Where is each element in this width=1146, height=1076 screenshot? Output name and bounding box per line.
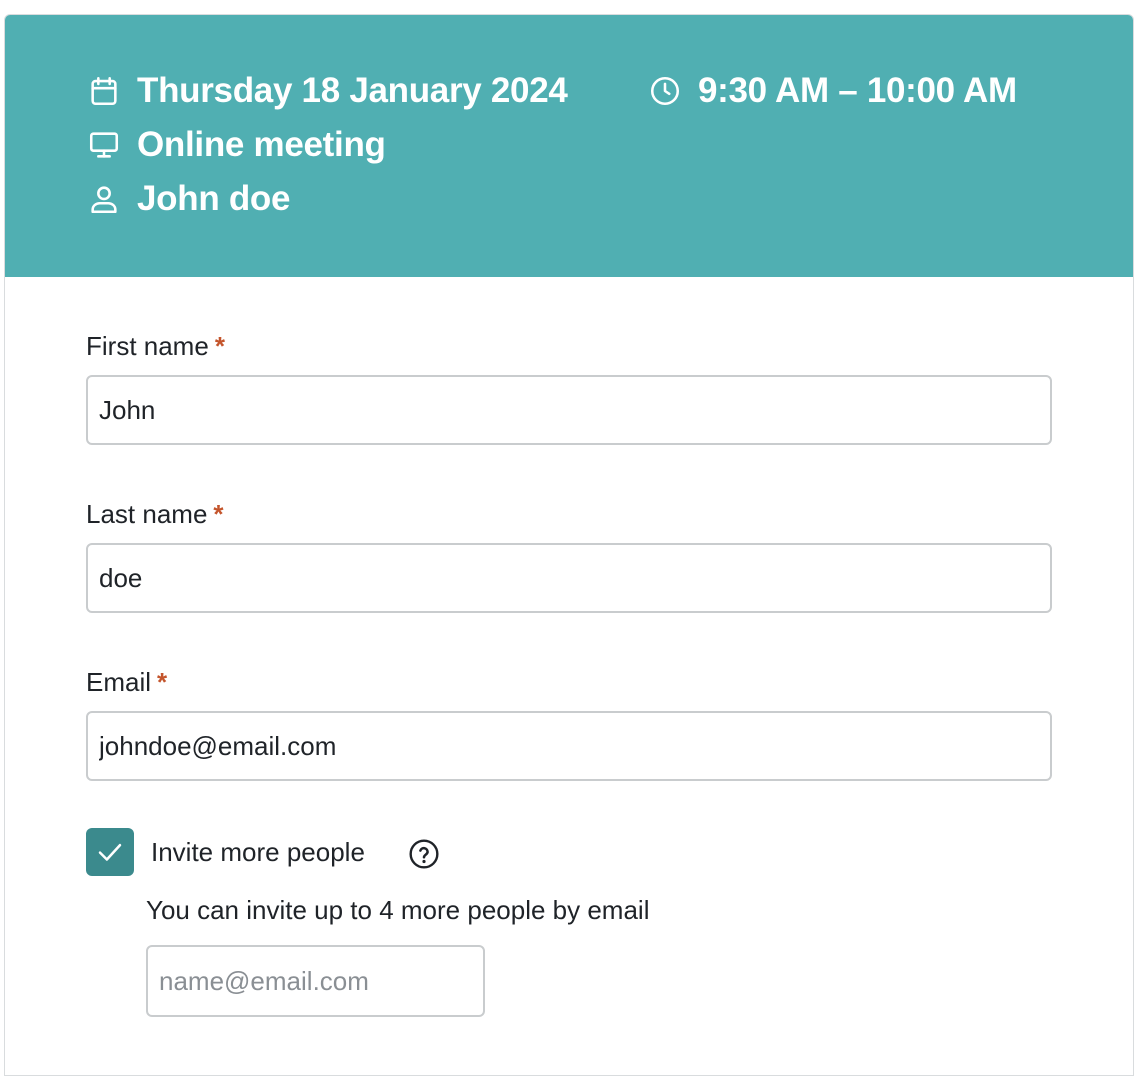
email-input[interactable] [86, 711, 1052, 781]
question-circle-icon[interactable] [408, 838, 440, 870]
event-host-text: John doe [137, 179, 291, 218]
email-label: Email * [86, 667, 167, 698]
email-label-text: Email [86, 667, 152, 697]
checkmark-icon [98, 843, 122, 861]
invite-email-input[interactable] [146, 945, 485, 1017]
calendar-icon [87, 74, 121, 108]
first-name-label: First name * [86, 331, 225, 362]
monitor-icon [87, 128, 121, 162]
event-date: Thursday 18 January 2024 [87, 71, 568, 111]
event-location-text: Online meeting [137, 125, 386, 164]
event-time-text: 9:30 AM – 10:00 AM [698, 71, 1017, 110]
event-date-text: Thursday 18 January 2024 [137, 71, 568, 110]
invite-hint: You can invite up to 4 more people by em… [146, 895, 650, 925]
required-marker: * [214, 331, 225, 361]
event-location: Online meeting [87, 125, 386, 165]
event-host: John doe [87, 179, 290, 219]
invite-more-checkbox[interactable] [86, 828, 134, 876]
event-time: 9:30 AM – 10:00 AM [648, 71, 1017, 111]
last-name-input[interactable] [86, 543, 1052, 613]
clock-icon [648, 74, 682, 108]
booking-card: Thursday 18 January 2024 9:30 AM – 10:00… [4, 14, 1134, 1076]
first-name-input[interactable] [86, 375, 1052, 445]
last-name-label-text: Last name [86, 499, 208, 529]
booking-summary-header: Thursday 18 January 2024 9:30 AM – 10:00… [5, 15, 1133, 277]
first-name-label-text: First name [86, 331, 209, 361]
invite-more-label[interactable]: Invite more people [151, 837, 365, 868]
last-name-label: Last name * [86, 499, 224, 530]
required-marker: * [157, 667, 168, 697]
required-marker: * [213, 499, 224, 529]
user-icon [87, 182, 121, 216]
